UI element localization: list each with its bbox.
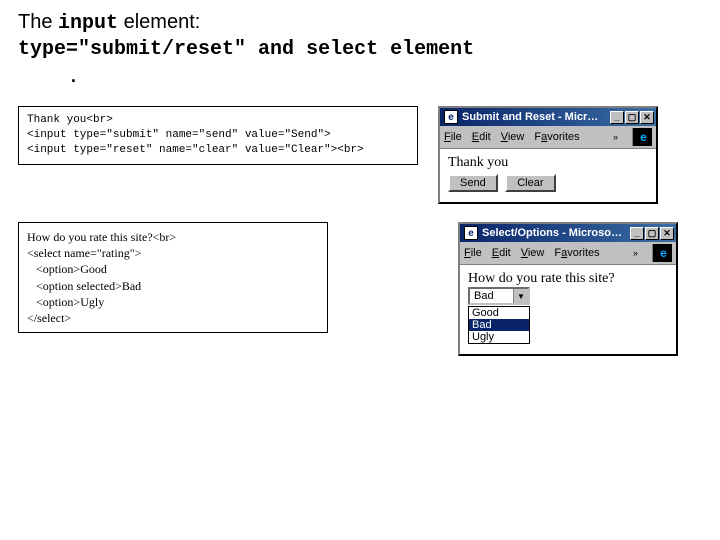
code-line: <input type="submit" name="send" value="… — [27, 129, 331, 141]
chevron-down-icon[interactable]: ▼ — [513, 289, 528, 303]
code-block-select: How do you rate this site?<br> <select n… — [18, 222, 328, 333]
ie-window-select: e Select/Options - Microso… _ ▢ ✕ File E… — [458, 222, 678, 356]
subheading-dot: . — [68, 68, 702, 88]
rating-options-list[interactable]: Good Bad Ugly — [468, 306, 530, 344]
menu-favorites[interactable]: Favorites — [554, 247, 599, 259]
slide-heading: The input element: type="submit/reset" a… — [18, 10, 702, 62]
ie-icon: e — [444, 110, 458, 124]
overflow-chevron-icon[interactable]: » — [613, 132, 618, 142]
menu-view[interactable]: View — [501, 131, 525, 143]
menubar: File Edit View Favorites » e — [460, 242, 676, 265]
menubar: FFileile Edit View Favorites » e — [440, 126, 656, 149]
code-line: <option>Good — [27, 262, 107, 276]
ie-logo-icon: e — [652, 244, 672, 262]
ie-window-submit: e Submit and Reset - Micr… _ ▢ ✕ FFileil… — [438, 106, 658, 204]
code-line: How do you rate this site?<br> — [27, 230, 176, 244]
ie-logo-icon: e — [632, 128, 652, 146]
heading-code-select: select element — [306, 38, 474, 61]
code-block-submit-reset: Thank you<br> <input type="submit" name=… — [18, 106, 418, 165]
menu-file[interactable]: File — [464, 247, 482, 259]
window-title: Select/Options - Microso… — [482, 227, 622, 239]
menu-edit[interactable]: Edit — [492, 247, 511, 259]
close-button[interactable]: ✕ — [640, 111, 654, 124]
menu-edit[interactable]: Edit — [472, 131, 491, 143]
option-good[interactable]: Good — [469, 307, 529, 319]
body-text: How do you rate this site? — [468, 271, 668, 287]
code-line: Thank you<br> — [27, 114, 113, 126]
option-bad[interactable]: Bad — [469, 319, 529, 331]
select-value: Bad — [470, 290, 513, 302]
heading-text: The — [18, 11, 58, 33]
minimize-button[interactable]: _ — [630, 227, 644, 240]
row-submit-reset: Thank you<br> <input type="submit" name=… — [18, 106, 702, 204]
option-ugly[interactable]: Ugly — [469, 331, 529, 343]
code-line: </select> — [27, 311, 71, 325]
maximize-button[interactable]: ▢ — [645, 227, 659, 240]
code-line: <select name="rating"> — [27, 246, 141, 260]
heading-code-type: type="submit/reset" — [18, 38, 246, 61]
heading-text-and: and — [246, 38, 306, 61]
code-line: <option>Ugly — [27, 295, 104, 309]
code-line: <input type="reset" name="clear" value="… — [27, 144, 364, 156]
heading-text: element: — [118, 11, 200, 33]
body-text: Thank you — [448, 155, 648, 171]
menu-file[interactable]: FFileile — [444, 131, 462, 143]
menu-view[interactable]: View — [521, 247, 545, 259]
browser-viewport: Thank you Send Clear — [440, 149, 656, 202]
ie-icon: e — [464, 226, 478, 240]
overflow-chevron-icon[interactable]: » — [633, 248, 638, 258]
titlebar: e Select/Options - Microso… _ ▢ ✕ — [460, 224, 676, 242]
heading-code-input: input — [58, 12, 118, 35]
window-title: Submit and Reset - Micr… — [462, 111, 598, 123]
maximize-button[interactable]: ▢ — [625, 111, 639, 124]
browser-viewport: How do you rate this site? Bad ▼ Good Ba… — [460, 265, 676, 354]
row-select: How do you rate this site?<br> <select n… — [18, 222, 702, 356]
titlebar: e Submit and Reset - Micr… _ ▢ ✕ — [440, 108, 656, 126]
send-button[interactable]: Send — [448, 174, 498, 192]
clear-button[interactable]: Clear — [505, 174, 555, 192]
close-button[interactable]: ✕ — [660, 227, 674, 240]
rating-select[interactable]: Bad ▼ — [468, 287, 530, 305]
minimize-button[interactable]: _ — [610, 111, 624, 124]
menu-favorites[interactable]: Favorites — [534, 131, 579, 143]
code-line: <option selected>Bad — [27, 279, 141, 293]
